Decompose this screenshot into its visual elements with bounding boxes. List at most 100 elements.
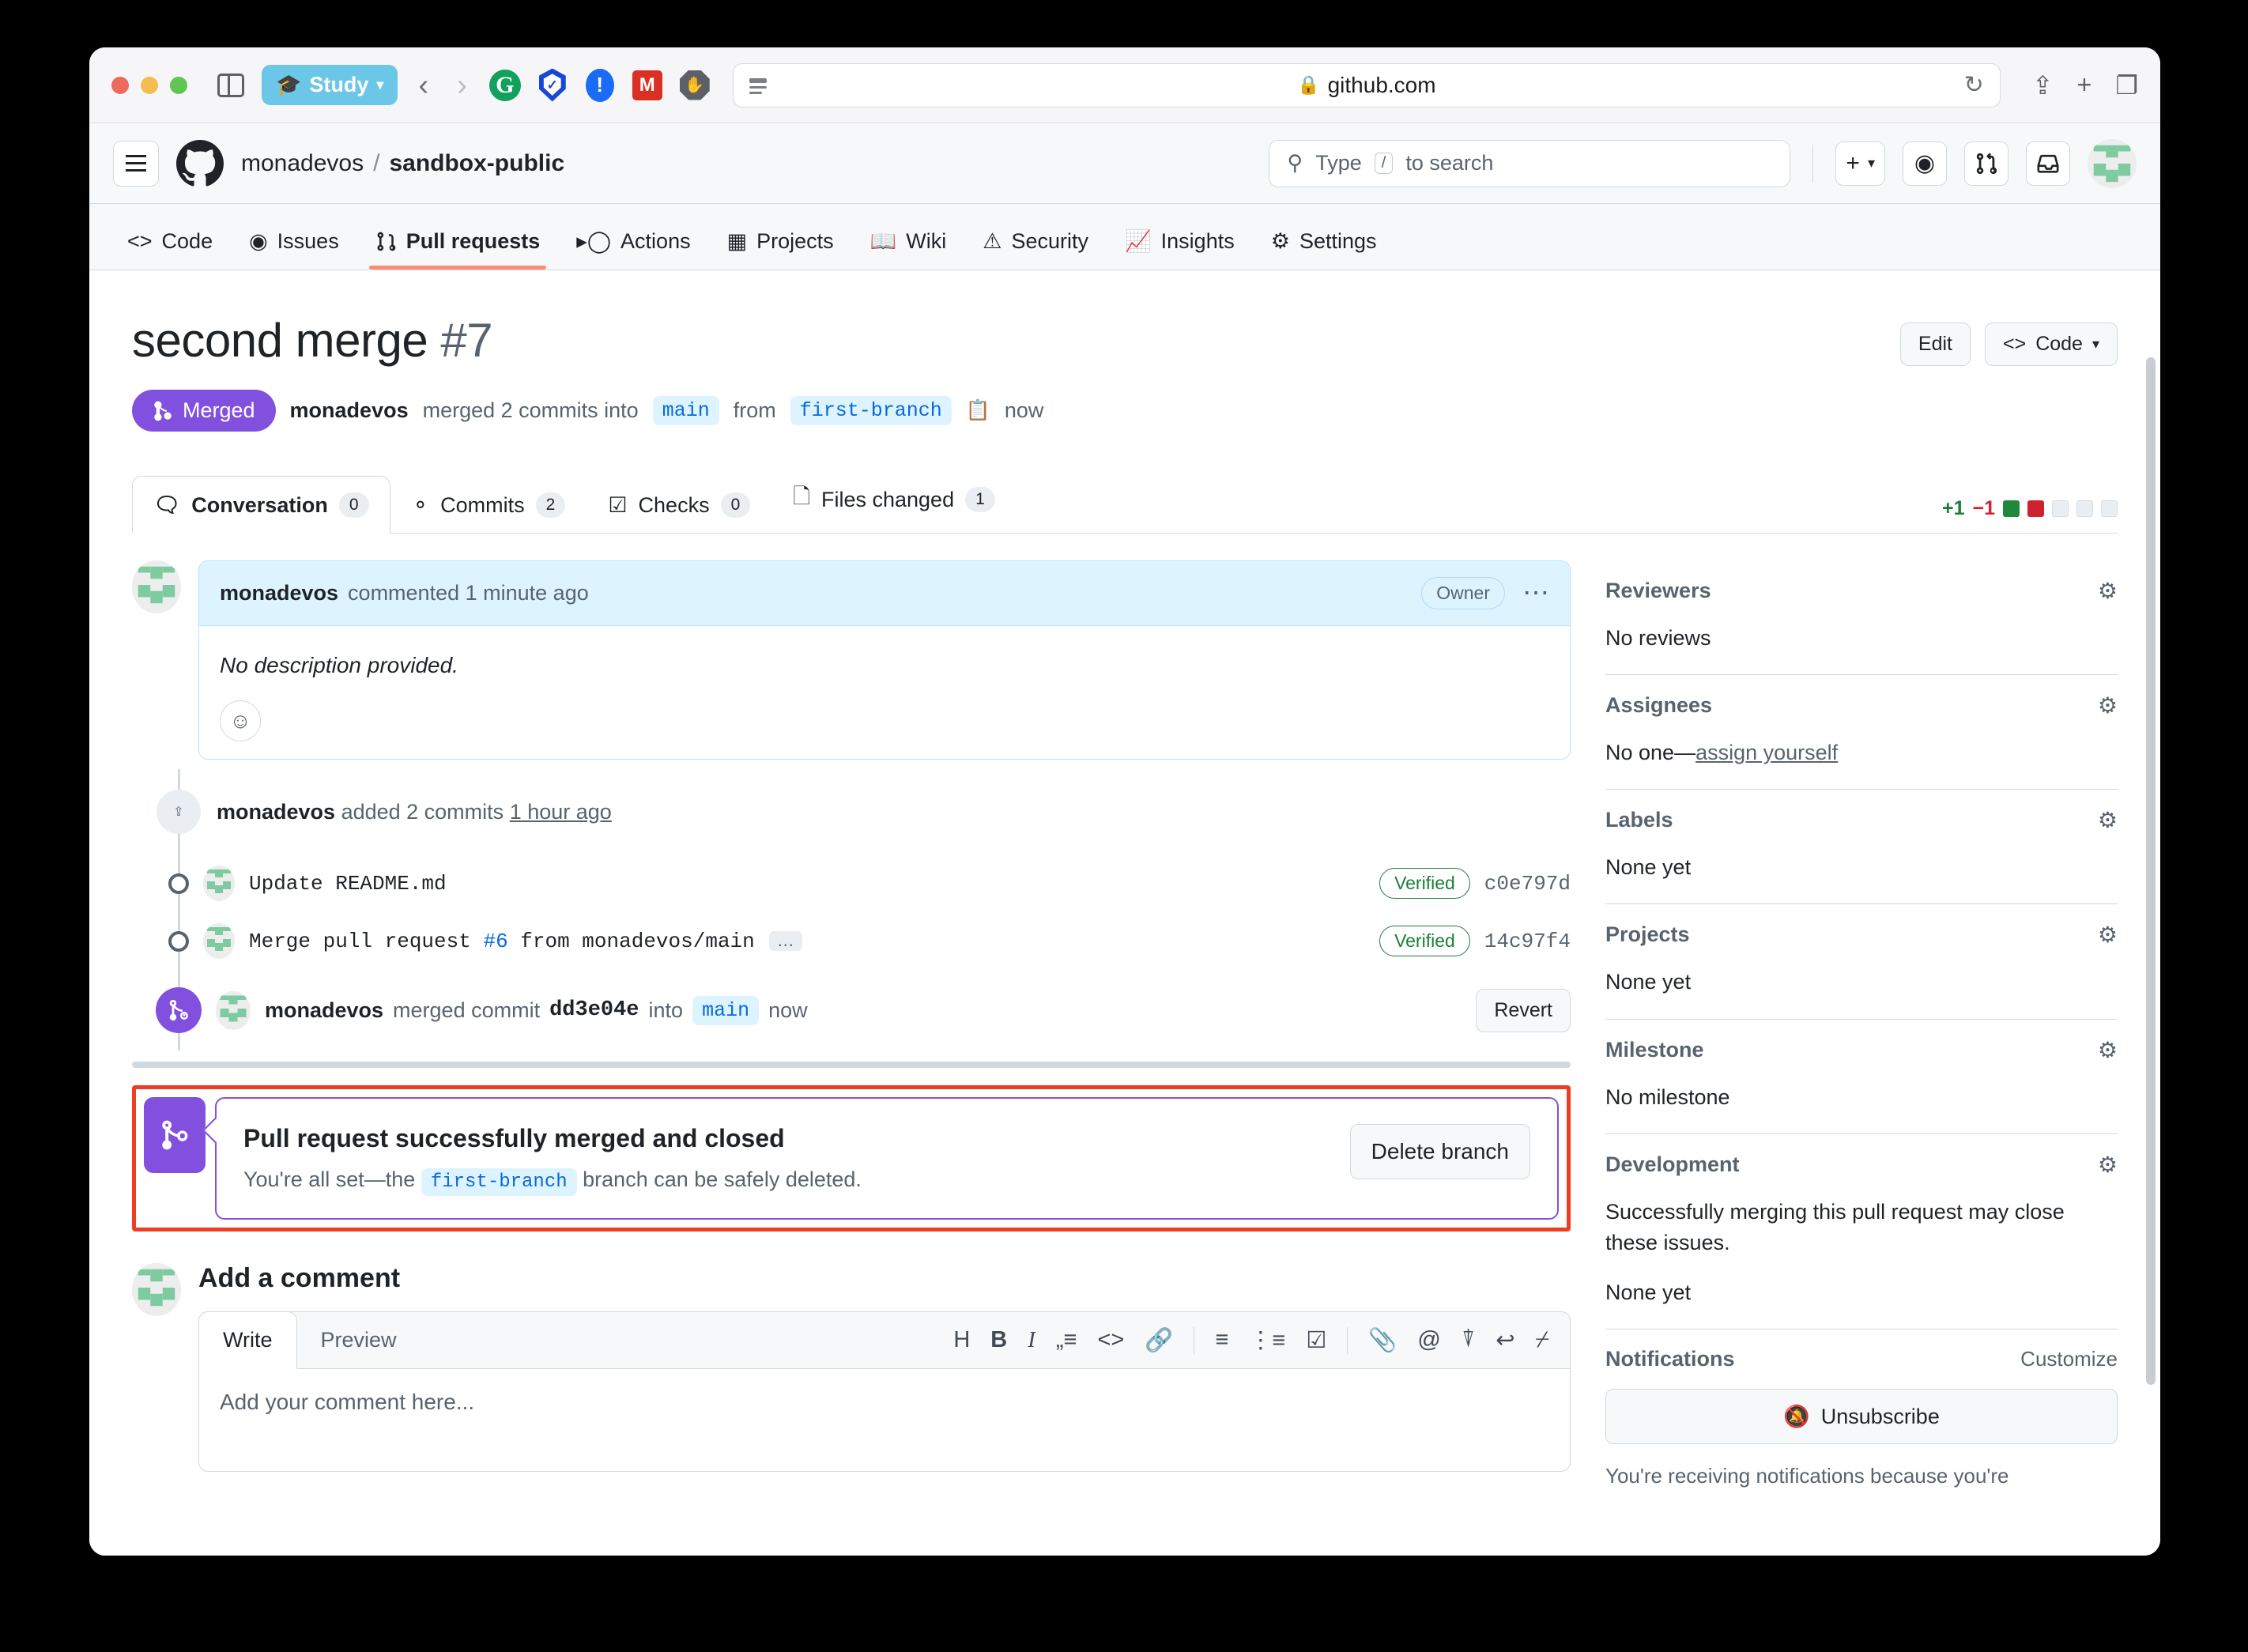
assign-yourself-link[interactable]: assign yourself — [1695, 741, 1838, 764]
maximize-window-button[interactable] — [170, 76, 187, 94]
repo-tab-wiki[interactable]: 📖 Wiki — [856, 228, 961, 270]
repo-tab-settings[interactable]: ⚙ Settings — [1257, 229, 1391, 270]
unordered-list-icon[interactable]: ⋮≡ — [1249, 1326, 1285, 1354]
github-logo-icon[interactable] — [176, 139, 224, 187]
slash-command-icon[interactable]: ⌿ — [1536, 1327, 1549, 1353]
share-icon[interactable]: ⇪ — [2032, 70, 2054, 100]
hamburger-menu-icon[interactable] — [113, 140, 159, 187]
window-controls[interactable] — [111, 76, 187, 94]
gear-icon[interactable]: ⚙ — [2098, 692, 2118, 719]
adguard-icon[interactable]: ✓ — [535, 68, 570, 103]
section-body: None yet — [1605, 855, 1692, 880]
merge-commit-sha[interactable]: dd3e04e — [549, 998, 639, 1022]
copy-icon[interactable]: 📋 — [966, 399, 990, 422]
tab-write[interactable]: Write — [198, 1311, 297, 1369]
delete-branch-label: Delete branch — [1371, 1139, 1509, 1164]
tab-overview-icon[interactable]: ❐ — [2115, 70, 2138, 100]
gear-icon[interactable]: ⚙ — [2098, 578, 2118, 604]
tab-files-changed[interactable]: 🗋 Files changed 1 — [771, 465, 1017, 534]
comment-textarea[interactable]: Add your comment here... — [198, 1369, 1571, 1472]
forward-arrow-icon[interactable]: › — [449, 70, 475, 100]
inbox-button[interactable] — [2026, 141, 2070, 186]
avatar[interactable] — [216, 990, 251, 1030]
breadcrumb-repo[interactable]: sandbox-public — [389, 150, 564, 177]
reference-icon[interactable]: ⍒ — [1462, 1327, 1475, 1353]
mendeley-icon[interactable]: M — [630, 68, 665, 103]
emoji-reaction-icon[interactable]: ☺ — [220, 700, 261, 741]
base-branch-chip[interactable]: main — [652, 396, 719, 425]
close-window-button[interactable] — [111, 76, 129, 94]
ordered-list-icon[interactable]: ≡ — [1215, 1327, 1228, 1353]
link-icon[interactable]: 🔗 — [1145, 1327, 1173, 1354]
repo-tab-pull-requests[interactable]: Pull requests — [361, 229, 555, 270]
gear-icon: ⚙ — [1270, 229, 1290, 253]
adblock-icon[interactable]: ✋ — [677, 68, 712, 103]
commit-sha[interactable]: c0e797d — [1484, 872, 1571, 896]
plus-icon[interactable]: + — [2077, 70, 2092, 100]
commit-sha[interactable]: 14c97f4 — [1484, 930, 1571, 953]
profile-switcher-button[interactable]: 🎓 Study ▾ — [262, 65, 398, 105]
comment-author[interactable]: monadevos — [220, 581, 338, 605]
code-button[interactable]: <> Code ▾ — [1984, 322, 2118, 366]
edit-button[interactable]: Edit — [1899, 322, 1971, 366]
pr-author[interactable]: monadevos — [290, 398, 409, 423]
delete-branch-button[interactable]: Delete branch — [1349, 1124, 1530, 1179]
revert-button[interactable]: Revert — [1476, 988, 1571, 1032]
address-bar[interactable]: 🔒 github.com ↻ — [732, 62, 2001, 107]
search-input[interactable]: ⚲ Type / to search — [1269, 139, 1791, 187]
commit-linked-pr[interactable]: #6 — [483, 930, 507, 953]
merge-author[interactable]: monadevos — [265, 998, 383, 1023]
tab-preview[interactable]: Preview — [297, 1312, 421, 1368]
quote-icon[interactable]: „≡ — [1056, 1327, 1077, 1353]
reader-view-icon[interactable] — [749, 75, 770, 96]
tab-commits[interactable]: ⚬ Commits 2 — [390, 476, 587, 534]
commit-expand-button[interactable]: … — [768, 931, 802, 951]
task-list-icon[interactable]: ☑ — [1306, 1326, 1326, 1354]
commit-message[interactable]: Merge pull request #6 from monadevos/mai… — [249, 930, 755, 953]
repo-tab-issues[interactable]: ◉ Issues — [235, 229, 353, 270]
avatar[interactable] — [132, 560, 181, 613]
back-arrow-icon[interactable]: ‹ — [410, 70, 436, 100]
minimize-window-button[interactable] — [141, 76, 158, 94]
repo-tab-projects[interactable]: ▦ Projects — [713, 229, 848, 270]
issues-button[interactable]: ◉ — [1903, 141, 1947, 186]
repo-tab-actions[interactable]: ▸◯ Actions — [562, 229, 704, 270]
timeline-timestamp[interactable]: 1 hour ago — [510, 800, 612, 824]
attach-file-icon[interactable]: 📎 — [1368, 1327, 1397, 1354]
merge-branch-chip[interactable]: main — [692, 995, 760, 1025]
page-scrollbar[interactable] — [2146, 357, 2156, 1385]
repo-tab-code[interactable]: <> Code — [113, 229, 227, 270]
avatar[interactable] — [203, 866, 235, 901]
timeline-author[interactable]: monadevos — [217, 800, 335, 824]
repo-tab-security[interactable]: ⚠ Security — [968, 229, 1103, 270]
code-icon[interactable]: <> — [1097, 1327, 1124, 1353]
bold-icon[interactable]: B — [990, 1327, 1007, 1353]
repo-tab-insights[interactable]: 📈 Insights — [1111, 228, 1249, 270]
mention-icon[interactable]: @ — [1417, 1327, 1440, 1353]
lastpass-icon[interactable]: ! — [583, 68, 617, 103]
customize-link[interactable]: Customize — [2020, 1347, 2118, 1371]
tab-checks[interactable]: ☑ Checks 0 — [587, 476, 771, 534]
gear-icon[interactable]: ⚙ — [2098, 807, 2118, 833]
gear-icon[interactable]: ⚙ — [2098, 1152, 2118, 1178]
avatar[interactable] — [132, 1263, 181, 1316]
pull-requests-button[interactable] — [1964, 141, 2008, 186]
commit-message[interactable]: Update README.md — [249, 872, 447, 896]
reload-icon[interactable]: ↻ — [1964, 71, 1984, 99]
sidebar-toggle-icon[interactable] — [217, 73, 244, 97]
head-branch-chip[interactable]: first-branch — [790, 396, 952, 425]
lock-icon: 🔒 — [1296, 74, 1320, 95]
grammarly-icon[interactable]: G — [488, 68, 522, 103]
gear-icon[interactable]: ⚙ — [2098, 922, 2118, 948]
user-avatar[interactable] — [2088, 138, 2137, 188]
heading-icon[interactable]: H — [953, 1327, 970, 1353]
kebab-menu-icon[interactable]: ⋯ — [1522, 579, 1549, 605]
breadcrumb-owner[interactable]: monadevos — [241, 150, 364, 177]
italic-icon[interactable]: I — [1028, 1327, 1035, 1353]
avatar[interactable] — [203, 923, 235, 959]
unsubscribe-button[interactable]: 🔕 Unsubscribe — [1605, 1389, 2118, 1445]
reply-icon[interactable]: ↩ — [1496, 1326, 1514, 1354]
create-new-button[interactable]: + ▾ — [1835, 141, 1885, 186]
tab-conversation[interactable]: 🗨 Conversation 0 — [132, 476, 390, 534]
gear-icon[interactable]: ⚙ — [2098, 1037, 2118, 1063]
